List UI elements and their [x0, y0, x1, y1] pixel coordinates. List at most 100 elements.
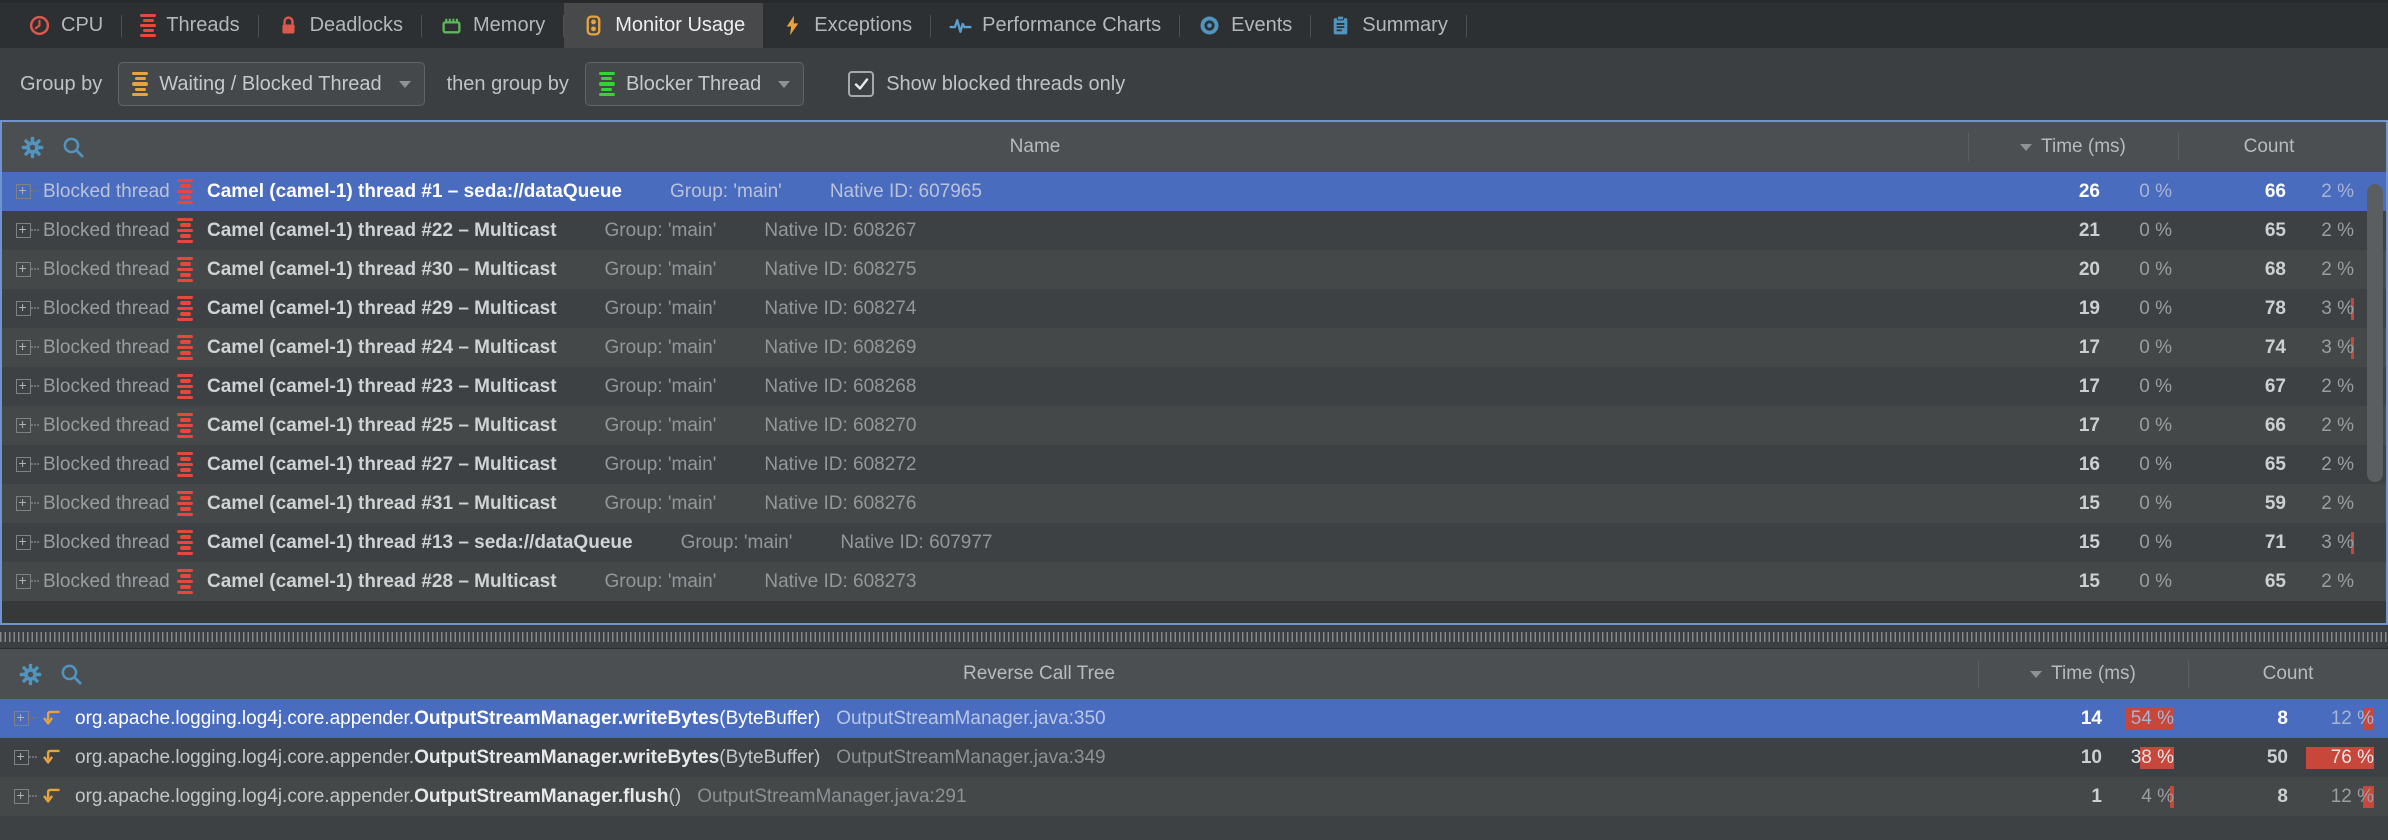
- search-icon[interactable]: [61, 135, 86, 160]
- memory-chip-icon: [440, 14, 463, 37]
- expand-icon[interactable]: [16, 262, 31, 277]
- column-header-time[interactable]: Time (ms): [1978, 649, 2188, 699]
- expand-icon[interactable]: [16, 535, 31, 550]
- tab-memory[interactable]: Memory: [422, 3, 563, 48]
- time-value: 26: [1968, 181, 2100, 203]
- call-tree-row[interactable]: org.apache.logging.log4j.core.appender.O…: [0, 777, 2388, 816]
- events-eye-icon: [1198, 14, 1221, 37]
- expand-icon[interactable]: [14, 711, 29, 726]
- time-value: 17: [1968, 415, 2100, 437]
- time-value: 16: [1968, 454, 2100, 476]
- blocked-thread-row[interactable]: Blocked thread Camel (camel-1) thread #3…: [2, 484, 2386, 523]
- time-value: 17: [1968, 376, 2100, 398]
- expand-icon[interactable]: [14, 789, 29, 804]
- call-tree-row[interactable]: org.apache.logging.log4j.core.appender.O…: [0, 699, 2388, 738]
- threads-table-header: Name Time (ms) Count: [2, 122, 2386, 172]
- blocked-thread-icon: [177, 218, 193, 243]
- blocked-thread-row[interactable]: Blocked thread Camel (camel-1) thread #2…: [2, 406, 2386, 445]
- blocked-thread-row[interactable]: Blocked thread Camel (camel-1) thread #1…: [2, 523, 2386, 562]
- method-arrow-icon: [41, 785, 65, 809]
- thread-native-id: Native ID: 608276: [764, 493, 916, 515]
- column-header-time[interactable]: Time (ms): [1968, 122, 2178, 172]
- count-value: 65: [2178, 220, 2286, 242]
- tab-cpu[interactable]: CPU: [10, 3, 121, 48]
- tab-exceptions[interactable]: Exceptions: [763, 3, 930, 48]
- chevron-down-icon: [399, 81, 411, 88]
- call-tree-row[interactable]: org.apache.logging.log4j.core.appender.O…: [0, 738, 2388, 777]
- tab-threads[interactable]: Threads: [122, 3, 257, 48]
- count-value: 78: [2178, 298, 2286, 320]
- blocked-thread-icon: [177, 413, 193, 438]
- show-blocked-threads-checkbox[interactable]: Show blocked threads only: [848, 71, 1125, 97]
- expand-icon[interactable]: [16, 457, 31, 472]
- call-tree-panel: Reverse Call Tree Time (ms) Count org.ap…: [0, 648, 2388, 840]
- time-percent: 0 %: [2100, 259, 2178, 281]
- expand-icon[interactable]: [16, 301, 31, 316]
- thread-native-id: Native ID: 608270: [764, 415, 916, 437]
- tab-label: CPU: [61, 14, 103, 37]
- thread-name: Camel (camel-1) thread #23 – Multicast: [207, 376, 557, 398]
- method-args: (ByteBuffer): [719, 747, 820, 769]
- blocked-thread-icon: [177, 335, 193, 360]
- expand-icon[interactable]: [16, 418, 31, 433]
- blocked-thread-row[interactable]: Blocked thread Camel (camel-1) thread #2…: [2, 367, 2386, 406]
- tab-monitor-usage[interactable]: Monitor Usage: [564, 3, 763, 48]
- blocked-thread-row[interactable]: Blocked thread Camel (camel-1) thread #3…: [2, 250, 2386, 289]
- tab-events[interactable]: Events: [1180, 3, 1310, 48]
- thread-group: Group: 'main': [605, 454, 717, 476]
- thread-native-id: Native ID: 608275: [764, 259, 916, 281]
- thread-native-id: Native ID: 608274: [764, 298, 916, 320]
- tab-deadlocks[interactable]: Deadlocks: [259, 3, 421, 48]
- expand-icon[interactable]: [14, 750, 29, 765]
- thread-state-label: Blocked thread: [43, 181, 177, 203]
- panel-splitter[interactable]: [0, 625, 2388, 648]
- expand-icon[interactable]: [16, 223, 31, 238]
- blocked-thread-row[interactable]: Blocked thread Camel (camel-1) thread #2…: [2, 445, 2386, 484]
- tab-summary[interactable]: Summary: [1311, 3, 1466, 48]
- blocked-thread-row[interactable]: Blocked thread Camel (camel-1) thread #2…: [2, 289, 2386, 328]
- blocked-thread-row[interactable]: Blocked thread Camel (camel-1) thread #2…: [2, 328, 2386, 367]
- blocked-thread-icon: [177, 569, 193, 594]
- tab-performance-charts[interactable]: Performance Charts: [931, 3, 1179, 48]
- blocked-thread-row[interactable]: Blocked thread Camel (camel-1) thread #2…: [2, 211, 2386, 250]
- thread-native-id: Native ID: 608269: [764, 337, 916, 359]
- expand-icon[interactable]: [16, 184, 31, 199]
- column-header-count[interactable]: Count: [2188, 649, 2388, 699]
- time-percent: 4 %: [2102, 786, 2180, 808]
- summary-clipboard-icon: [1329, 14, 1352, 37]
- blocked-thread-row[interactable]: Blocked thread Camel (camel-1) thread #2…: [2, 562, 2386, 601]
- blocker-thread-dropdown[interactable]: Blocker Thread: [585, 62, 804, 106]
- gear-icon[interactable]: [20, 135, 45, 160]
- thread-native-id: Native ID: 607977: [840, 532, 992, 554]
- method-args: (): [669, 786, 682, 808]
- time-value: 10: [1970, 747, 2102, 769]
- thread-group: Group: 'main': [681, 532, 793, 554]
- count-value: 71: [2178, 532, 2286, 554]
- column-header-count[interactable]: Count: [2178, 122, 2360, 172]
- horizontal-scroll-track: [2, 601, 2386, 623]
- checkbox-checked-icon[interactable]: [848, 71, 874, 97]
- scrollbar-thumb[interactable]: [2367, 184, 2383, 482]
- blocked-thread-row[interactable]: Blocked thread Camel (camel-1) thread #1…: [2, 172, 2386, 211]
- monitor-usage-icon: [582, 14, 605, 37]
- time-percent: 0 %: [2100, 454, 2178, 476]
- blocked-thread-icon: [177, 452, 193, 477]
- search-icon[interactable]: [59, 662, 84, 687]
- vertical-scrollbar[interactable]: [2364, 172, 2386, 601]
- cpu-clock-icon: [28, 14, 51, 37]
- waiting-blocked-thread-icon: [132, 72, 148, 97]
- thread-name: Camel (camel-1) thread #29 – Multicast: [207, 298, 557, 320]
- deadlock-lock-icon: [277, 14, 300, 37]
- group-by-dropdown[interactable]: Waiting / Blocked Thread: [118, 62, 424, 106]
- tab-label: Summary: [1362, 14, 1448, 37]
- tab-label: Monitor Usage: [615, 14, 745, 37]
- gear-icon[interactable]: [18, 662, 43, 687]
- expand-icon[interactable]: [16, 379, 31, 394]
- expand-icon[interactable]: [16, 340, 31, 355]
- time-value: 19: [1968, 298, 2100, 320]
- count-percent: 2 %: [2286, 571, 2360, 593]
- column-header-name[interactable]: Name: [102, 136, 1968, 158]
- thread-name: Camel (camel-1) thread #27 – Multicast: [207, 454, 557, 476]
- expand-icon[interactable]: [16, 574, 31, 589]
- expand-icon[interactable]: [16, 496, 31, 511]
